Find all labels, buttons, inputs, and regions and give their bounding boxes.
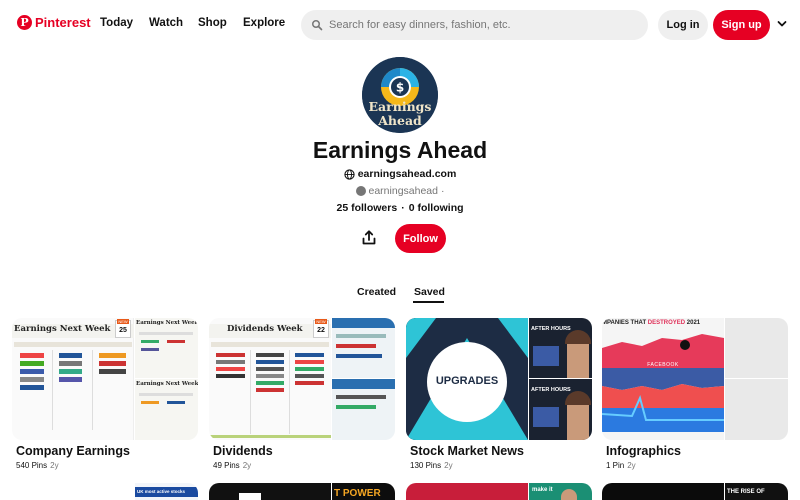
avatar: $ Earnings Ahead — [362, 57, 438, 133]
website-row[interactable]: earningsahead.com — [0, 168, 800, 180]
tab-saved[interactable]: Saved — [414, 286, 445, 298]
board-card[interactable]: THE RISE OF — [602, 483, 788, 500]
pin-count: 1 Pin — [606, 461, 625, 470]
active-tab-indicator — [413, 301, 444, 303]
board-age: 2y — [444, 461, 453, 470]
side-bottom-title: Earnings Next Week — [136, 381, 198, 387]
website-link[interactable]: earningsahead.com — [358, 168, 457, 180]
board-age: 2y — [50, 461, 59, 470]
board-thumbnail[interactable]: MPANIES THAT DESTROYED 2021 FACEBOOK — [602, 318, 788, 440]
follow-stats: 25 followers · 0 following — [0, 202, 800, 214]
stats-separator: · — [401, 202, 405, 214]
board-side — [332, 318, 395, 440]
board-thumbnail[interactable]: Dividends Week 22 NEW — [209, 318, 395, 440]
board-thumbnail[interactable]: Earnings Next Week 25 NEW Earnings Next … — [12, 318, 198, 440]
row2-b1-text: UK most active stocks — [135, 487, 198, 497]
handle-row: earningsahead · — [0, 185, 800, 197]
board-side: AFTER HOURS AFTER HOURS — [529, 318, 592, 440]
board-card[interactable]: UPGRADES AFTER HOURS AFTER HOURS Stock M… — [406, 318, 592, 470]
pin-count: 540 Pins — [16, 461, 48, 470]
side-top-title: Earnings Next Week — [136, 320, 198, 326]
side-top-title: AFTER HOURS — [531, 326, 571, 332]
board-age: 2y — [242, 461, 252, 470]
top-nav: P Pinterest Today Watch Shop Explore Log… — [0, 0, 800, 50]
tab-created[interactable]: Created — [357, 286, 396, 298]
cover-label: FACEBOOK — [647, 362, 679, 368]
cover-badge: NEW — [117, 319, 129, 324]
board-cover: Earnings Next Week 25 NEW — [12, 318, 134, 440]
nav-watch[interactable]: Watch — [149, 17, 183, 29]
cover-title: MPANIES THAT DESTROYED 2021 — [602, 320, 701, 326]
board-side — [725, 318, 788, 440]
search-input[interactable] — [329, 19, 629, 31]
cover-col-3 — [92, 350, 132, 430]
avatar-text-2: Ahead — [377, 113, 422, 128]
row2-b2-text: T POWER — [334, 488, 381, 499]
cover-badge: NEW — [315, 319, 327, 324]
profile-name: Earnings Ahead — [312, 137, 488, 163]
board-card[interactable]: Earnings Next Week 25 NEW Earnings Next … — [12, 318, 198, 470]
board-card[interactable]: Dividends Week 22 NEW Dividends 49 Pins 2… — [209, 318, 395, 470]
board-card[interactable]: UK most active stocks — [12, 483, 198, 500]
pin-count: 49 Pins — [213, 461, 240, 470]
login-button[interactable]: Log in — [658, 10, 708, 40]
nav-today[interactable]: Today — [100, 17, 133, 29]
cover-grid — [211, 350, 329, 434]
search-icon — [312, 20, 323, 31]
row2-b3-text: make it — [532, 487, 553, 493]
nav-explore[interactable]: Explore — [243, 17, 285, 29]
board-meta: 49 Pins 2y — [209, 461, 395, 470]
board-cover: MPANIES THAT DESTROYED 2021 FACEBOOK — [602, 318, 724, 440]
side-top: Earnings Next Week — [135, 318, 198, 378]
board-card[interactable]: make it — [406, 483, 592, 500]
board-title[interactable]: Dividends — [209, 444, 395, 458]
handle-separator: · — [440, 185, 445, 197]
board-cover: Dividends Week 22 NEW — [209, 318, 331, 440]
board-title[interactable]: Infographics — [602, 444, 788, 458]
avatar-text-1: Earnings — [369, 99, 432, 114]
cover-header-row — [14, 342, 132, 347]
pinterest-logo[interactable]: P Pinterest — [17, 15, 91, 30]
pinterest-logo-icon: P — [17, 15, 32, 30]
side-bottom-title: AFTER HOURS — [531, 387, 571, 393]
profile-handle: earningsahead — [368, 185, 438, 197]
board-card[interactable]: MPANIES THAT DESTROYED 2021 FACEBOOK Inf… — [602, 318, 788, 470]
cover-col-1 — [14, 350, 50, 430]
logo-text: Pinterest — [35, 15, 91, 30]
avatar-dollar: $ — [396, 81, 404, 95]
chevron-down-icon[interactable] — [777, 19, 787, 29]
followers-count[interactable]: 25 followers — [336, 202, 397, 214]
board-meta: 540 Pins 2y — [12, 461, 198, 470]
cover-col-2 — [52, 350, 88, 430]
board-meta: 1 Pin 2y — [602, 461, 788, 470]
board-cover: UPGRADES — [406, 318, 528, 440]
pinterest-small-icon — [355, 186, 366, 196]
pin-count: 130 Pins — [410, 461, 442, 470]
nav-shop[interactable]: Shop — [198, 17, 227, 29]
board-thumbnail[interactable]: UPGRADES AFTER HOURS AFTER HOURS — [406, 318, 592, 440]
follow-button[interactable]: Follow — [395, 224, 446, 253]
board-meta: 130 Pins 2y — [406, 461, 592, 470]
following-count[interactable]: 0 following — [409, 202, 464, 214]
row2-b4-text: THE RISE OF — [727, 489, 765, 495]
side-bottom: Earnings Next Week — [135, 379, 198, 440]
board-title[interactable]: Company Earnings — [12, 444, 198, 458]
board-side: Earnings Next Week Earnings Next Week — [135, 318, 198, 440]
board-title[interactable]: Stock Market News — [406, 444, 592, 458]
search-bar[interactable] — [301, 10, 648, 40]
cover-title: UPGRADES — [435, 375, 499, 387]
board-age: 2y — [627, 461, 636, 470]
share-icon[interactable] — [360, 229, 378, 247]
globe-icon — [344, 168, 355, 180]
board-card[interactable]: T POWER — [209, 483, 395, 500]
signup-button[interactable]: Sign up — [713, 10, 770, 40]
